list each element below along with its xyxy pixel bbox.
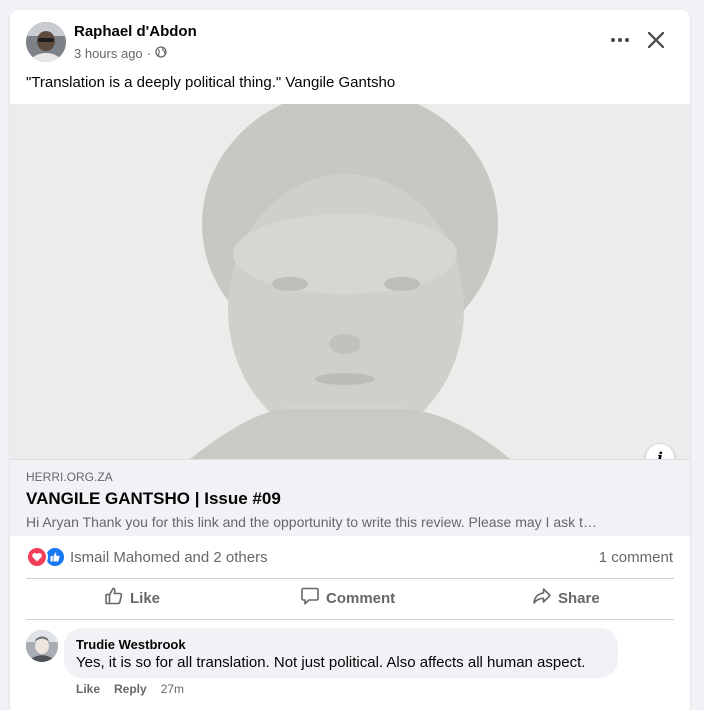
comment-button[interactable]: Comment [300, 586, 395, 610]
commenter-avatar[interactable] [26, 630, 58, 662]
divider [26, 619, 674, 620]
comment-actions: Like Reply 27m [76, 682, 184, 696]
globe-icon [155, 46, 167, 61]
comment-bubble: Trudie Westbrook Yes, it is so for all t… [64, 628, 618, 678]
meta-separator: · [146, 46, 152, 61]
love-reaction-icon [26, 546, 48, 568]
link-domain: HERRI.ORG.ZA [26, 470, 113, 484]
link-preview[interactable]: HERRI.ORG.ZA VANGILE GANTSHO | Issue #09… [10, 459, 690, 536]
author-name[interactable]: Raphael d'Abdon [74, 23, 197, 40]
share-button[interactable]: Share [532, 586, 600, 610]
share-icon [532, 586, 552, 610]
close-icon[interactable] [644, 28, 668, 52]
link-title[interactable]: VANGILE GANTSHO | Issue #09 [26, 489, 281, 509]
comment-label: Comment [326, 589, 396, 607]
comment-like-button[interactable]: Like [76, 682, 100, 696]
reactions-summary[interactable]: Ismail Mahomed and 2 others [26, 546, 268, 568]
thumbs-up-icon [104, 586, 124, 610]
comment-text: Yes, it is so for all translation. Not j… [76, 654, 586, 671]
more-options-icon[interactable] [608, 32, 632, 48]
link-description: Hi Aryan Thank you for this link and the… [26, 514, 597, 530]
comment-count[interactable]: 1 comment [599, 549, 673, 566]
like-label: Like [130, 589, 161, 607]
reactions-text[interactable]: Ismail Mahomed and 2 others [70, 549, 268, 566]
post-time[interactable]: 3 hours ago [74, 46, 143, 61]
comment-reply-button[interactable]: Reply [114, 682, 147, 696]
share-label: Share [558, 589, 600, 607]
post-text: "Translation is a deeply political thing… [26, 74, 396, 91]
comment-icon [300, 586, 320, 610]
like-button[interactable]: Like [104, 586, 160, 610]
post-meta: 3 hours ago · [74, 46, 167, 61]
comment-time[interactable]: 27m [161, 682, 184, 696]
commenter-name[interactable]: Trudie Westbrook [76, 637, 186, 652]
link-preview-image[interactable] [10, 104, 690, 459]
divider [26, 578, 674, 579]
author-avatar[interactable] [26, 22, 66, 62]
post-card: Raphael d'Abdon 3 hours ago · "Translati… [10, 10, 690, 710]
